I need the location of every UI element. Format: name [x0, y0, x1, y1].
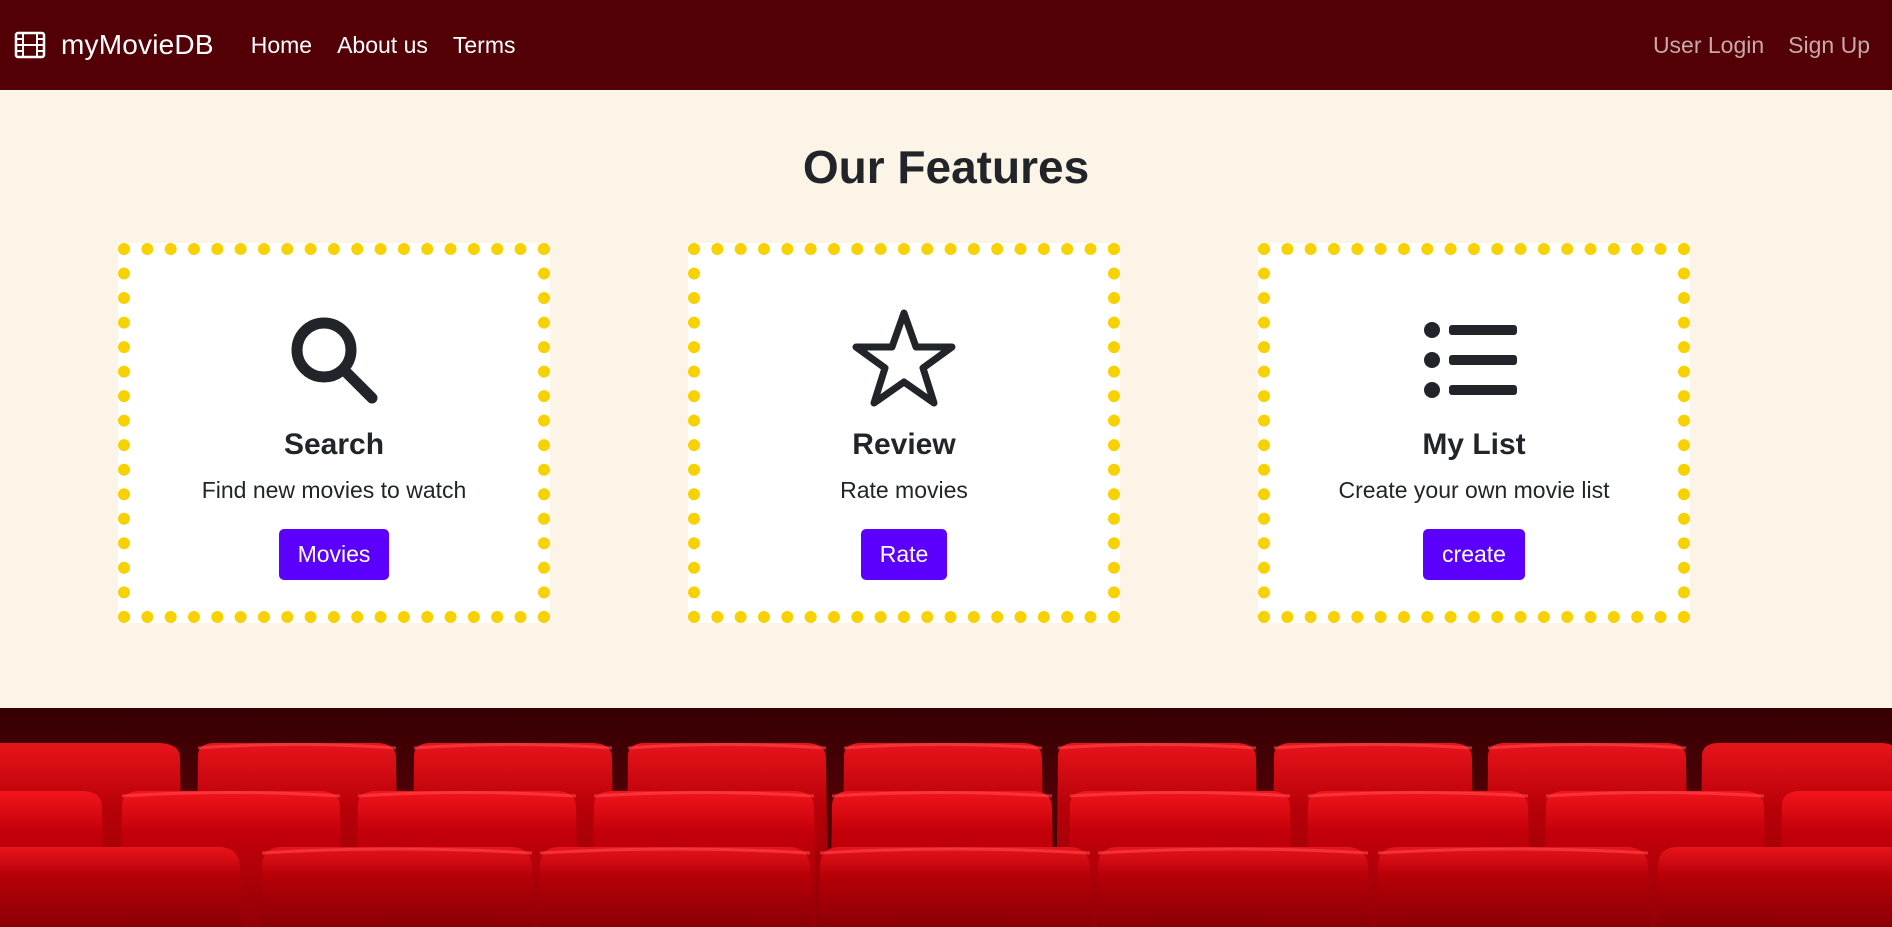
feature-card-review: Review Rate movies Rate	[688, 243, 1120, 623]
nav-link-about-us[interactable]: About us	[337, 32, 428, 59]
user-login-link[interactable]: User Login	[1653, 32, 1764, 59]
star-icon	[849, 305, 959, 415]
nav-link-terms[interactable]: Terms	[453, 32, 516, 59]
brand-link[interactable]: myMovieDB	[14, 29, 214, 61]
seat-row-front	[0, 847, 1892, 927]
search-icon	[279, 305, 389, 415]
brand-name: myMovieDB	[61, 29, 214, 60]
rate-button[interactable]: Rate	[860, 529, 948, 580]
film-icon	[14, 29, 46, 61]
sign-up-link[interactable]: Sign Up	[1788, 32, 1870, 59]
feature-card-my-list: My List Create your own movie list creat…	[1258, 243, 1690, 623]
card-text: Find new movies to watch	[201, 477, 467, 503]
create-button[interactable]: create	[1423, 529, 1525, 580]
nav-link-home[interactable]: Home	[251, 32, 312, 59]
main-nav: Home About us Terms	[251, 32, 541, 59]
card-title: My List	[1422, 428, 1526, 461]
cinema-seats-image	[0, 708, 1892, 927]
card-text: Create your own movie list	[1338, 477, 1610, 503]
features-section: Our Features Search Find new movies to w…	[0, 90, 1892, 708]
account-nav: User Login Sign Up	[1629, 32, 1870, 59]
card-text: Rate movies	[840, 477, 968, 503]
features-title: Our Features	[802, 141, 1090, 193]
card-title: Search	[283, 428, 385, 461]
navbar: myMovieDB Home About us Terms User Login…	[0, 0, 1892, 90]
feature-card-search: Search Find new movies to watch Movies	[118, 243, 550, 623]
movies-button[interactable]: Movies	[278, 529, 390, 580]
list-icon	[1419, 305, 1529, 415]
card-title: Review	[852, 428, 956, 461]
